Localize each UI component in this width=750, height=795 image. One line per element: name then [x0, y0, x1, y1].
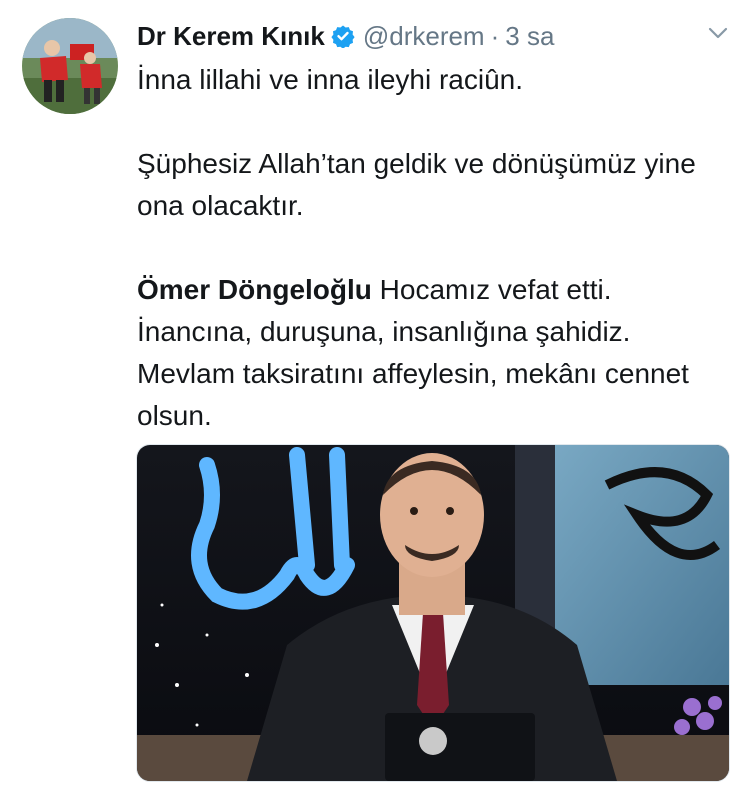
verified-badge-icon: [331, 24, 355, 48]
author-avatar[interactable]: [22, 18, 118, 114]
tweet-timestamp[interactable]: 3 sa: [505, 21, 554, 52]
tweet-line-3: Ömer Döngeloğlu Hocamız vefat etti. İnan…: [137, 269, 727, 437]
tweet-header: Dr Kerem Kınık @drkerem · 3 sa: [137, 16, 554, 56]
tweet-card[interactable]: Dr Kerem Kınık @drkerem · 3 sa İnna lill…: [0, 0, 750, 795]
tweet-line-1: İnna lillahi ve inna ileyhi raciûn.: [137, 64, 523, 95]
avatar-image: [22, 18, 118, 114]
tweet-line-2: Şüphesiz Allah’tan geldik ve dönüşümüz y…: [137, 148, 696, 221]
tweet-text: İnna lillahi ve inna ileyhi raciûn. Şüph…: [137, 59, 727, 437]
author-name[interactable]: Dr Kerem Kınık: [137, 21, 325, 52]
separator-dot: ·: [490, 20, 500, 51]
author-handle[interactable]: @drkerem: [363, 21, 485, 52]
mentioned-name: Ömer Döngeloğlu: [137, 274, 372, 305]
tweet-photo[interactable]: [136, 444, 730, 782]
chevron-down-icon[interactable]: [708, 26, 728, 40]
photo-image: [137, 445, 729, 781]
